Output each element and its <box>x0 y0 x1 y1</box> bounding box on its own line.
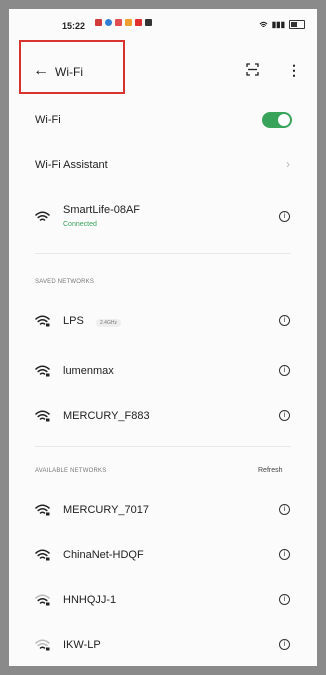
available-network-row[interactable]: IKW-LP i <box>9 631 317 661</box>
app-notification-icon <box>125 19 132 26</box>
chevron-right-icon: › <box>286 157 290 171</box>
more-vertical-icon[interactable]: ⋮ <box>287 62 301 79</box>
network-name: SmartLife-08AF <box>63 204 141 216</box>
notification-icons <box>95 19 152 26</box>
qr-scan-icon[interactable] <box>246 63 259 76</box>
connected-network-row[interactable]: SmartLife-08AF Connected i <box>9 199 317 239</box>
wifi-toggle-label: Wi-Fi <box>35 114 61 126</box>
info-icon[interactable]: i <box>279 549 290 560</box>
wifi-locked-icon <box>35 410 50 422</box>
info-icon[interactable]: i <box>279 315 290 326</box>
network-name: MERCURY_F883 <box>63 410 150 422</box>
wifi-locked-icon <box>35 315 50 327</box>
signal-icon: ▮▮▮ <box>271 20 285 29</box>
wifi-assistant-label: Wi-Fi Assistant <box>35 159 108 171</box>
network-name: IKW-LP <box>63 639 101 651</box>
available-networks-header: AVAILABLE NETWORKS <box>35 468 107 474</box>
divider <box>35 253 291 254</box>
info-icon[interactable]: i <box>279 365 290 376</box>
app-notification-icon <box>115 19 122 26</box>
network-name: HNHQJJ-1 <box>63 594 117 606</box>
available-network-row[interactable]: HNHQJJ-1 i <box>9 586 317 616</box>
wifi-signal-icon <box>35 211 50 221</box>
available-network-row[interactable]: MERCURY_7017 i <box>9 496 317 526</box>
system-icons: ▮▮▮ <box>259 20 305 29</box>
app-bar: ← Wi-Fi ⋮ <box>9 39 317 95</box>
network-name: ChinaNet-HDQF <box>63 549 144 561</box>
saved-network-row[interactable]: MERCURY_F883 i <box>9 402 317 432</box>
info-icon[interactable]: i <box>279 594 290 605</box>
status-time: 15:22 <box>62 21 86 31</box>
wifi-locked-icon <box>35 365 50 377</box>
network-name: MERCURY_7017 <box>63 504 150 516</box>
app-notification-icon <box>135 19 142 26</box>
connection-status: Connected <box>63 221 97 228</box>
saved-network-row[interactable]: lumenmax i <box>9 357 317 387</box>
network-name: LPS <box>63 315 84 327</box>
network-name: lumenmax <box>63 365 114 377</box>
saved-networks-header: SAVED NETWORKS <box>35 279 95 285</box>
wifi-locked-icon <box>35 504 50 516</box>
arrow-left-icon[interactable]: ← <box>33 63 49 79</box>
app-notification-icon <box>105 19 112 26</box>
wifi-assistant-row[interactable]: Wi-Fi Assistant › <box>9 152 317 180</box>
info-icon[interactable]: i <box>279 504 290 515</box>
phone-screen: 15:22 ▮▮▮ ← Wi-Fi ⋮ Wi-Fi Wi-Fi Assistan… <box>9 9 317 666</box>
available-network-row[interactable]: ChinaNet-HDQF i <box>9 541 317 571</box>
wifi-locked-icon <box>35 549 50 561</box>
page-title: Wi-Fi <box>55 65 83 79</box>
status-bar: 15:22 ▮▮▮ <box>9 9 317 39</box>
wifi-status-icon <box>259 21 268 27</box>
wifi-toggle-row[interactable]: Wi-Fi <box>9 107 317 135</box>
band-badge: 2.4GHz <box>96 319 121 327</box>
info-icon[interactable]: i <box>279 211 290 222</box>
saved-network-row[interactable]: LPS 2.4GHz i <box>9 307 317 337</box>
wifi-locked-weak-icon <box>35 639 50 651</box>
refresh-link[interactable]: Refresh <box>258 467 283 474</box>
app-notification-icon <box>95 19 102 26</box>
wifi-toggle-switch[interactable] <box>262 112 292 128</box>
info-icon[interactable]: i <box>279 410 290 421</box>
info-icon[interactable]: i <box>279 639 290 650</box>
battery-icon <box>289 20 305 29</box>
wifi-locked-weak-icon <box>35 594 50 606</box>
app-notification-icon <box>145 19 152 26</box>
divider <box>35 446 291 447</box>
